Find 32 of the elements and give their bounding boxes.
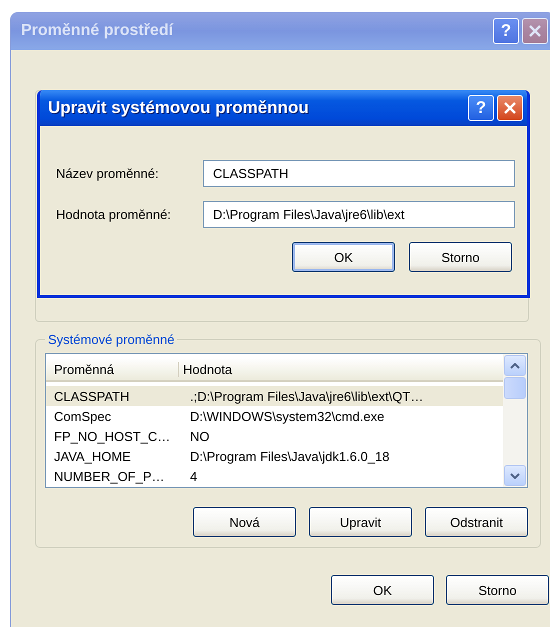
variable-value: D:\Program Files\Java\jdk1.6.0_18 [189, 448, 390, 464]
dialog-button[interactable]: OK [331, 575, 434, 605]
variable-value: 4 [189, 468, 198, 484]
variable-value: NO [189, 428, 210, 444]
dialog-button[interactable]: Storno [446, 575, 549, 605]
list-row[interactable]: ComSpec D:\WINDOWS\system32\cmd.exe [46, 406, 503, 426]
group-title: Systémové proměnné [47, 332, 176, 347]
list-row[interactable]: FP_NO_HOST_C… NO [46, 426, 503, 446]
window-title: Proměnné prostředí [21, 22, 174, 40]
variable-name: NUMBER_OF_P… [53, 468, 166, 484]
column-header[interactable]: Hodnota [179, 362, 232, 376]
help-button[interactable]: ? [468, 95, 494, 121]
variable-name: CLASSPATH [53, 388, 130, 404]
dialog-button[interactable]: Storno [409, 242, 512, 272]
field-label: Název proměnné: [56, 166, 159, 181]
dialog-title: Upravit systémovou proměnnou [48, 98, 309, 118]
variable-name: ComSpec [53, 408, 112, 424]
dialog-button[interactable]: Nová [193, 507, 296, 537]
list-row[interactable]: NUMBER_OF_P… 4 [46, 466, 503, 486]
variable-name: FP_NO_HOST_C… [53, 428, 172, 444]
variable-name: JAVA_HOME [53, 448, 132, 464]
variable-value: D:\WINDOWS\system32\cmd.exe [189, 408, 384, 424]
list-row[interactable]: CLASSPATH .;D:\Program Files\Java\jre6\lib\ext\QT… [46, 386, 503, 406]
list-row[interactable]: JAVA_HOME D:\Program Files\Java\jdk1.6.0_18 [46, 446, 503, 466]
dialog-button[interactable]: Odstranit [425, 507, 528, 537]
column-header[interactable]: Proměnná [46, 362, 179, 376]
variable-value: .;D:\Program Files\Java\jre6\lib\ext\QT… [189, 388, 424, 404]
dialog-button[interactable]: OK [292, 242, 395, 272]
input-field[interactable]: CLASSPATH [203, 160, 515, 187]
dialog-button[interactable]: Upravit [309, 507, 412, 537]
field-label: Hodnota proměnné: [56, 207, 171, 222]
input-field[interactable]: D:\Program Files\Java\jre6\lib\ext [203, 201, 515, 228]
